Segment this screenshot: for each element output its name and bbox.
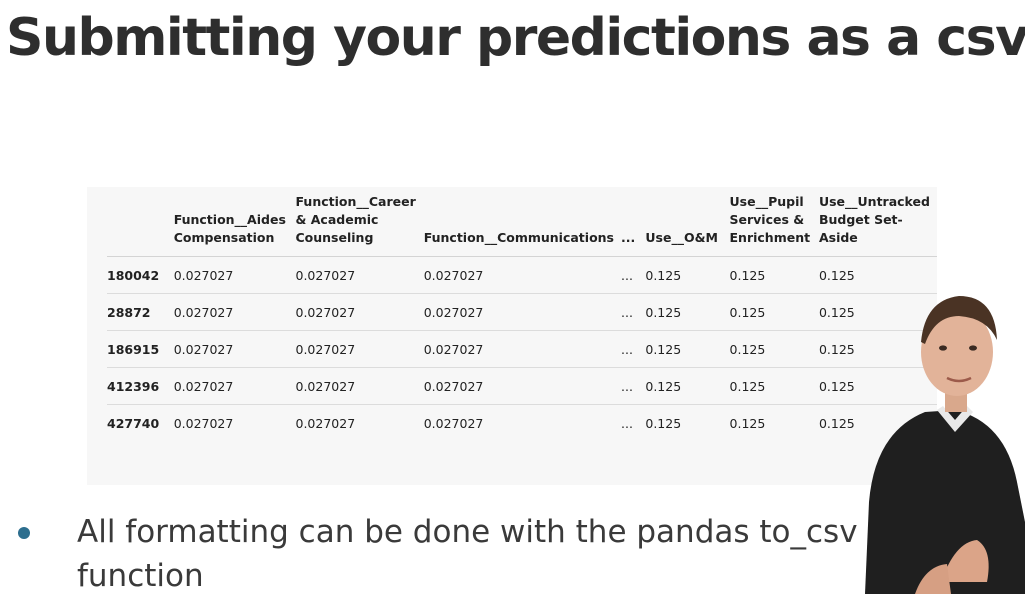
ellipsis-cell: ... [621, 293, 646, 331]
ellipsis-cell: ... [621, 415, 633, 431]
ellipsis-cell: ... [621, 256, 646, 294]
table-row: 412396 0.027027 0.027027 0.027027 ... 0.… [107, 367, 937, 405]
table-cell: 0.027027 [173, 256, 296, 294]
table-cell: 0.027027 [423, 415, 484, 431]
column-header: Use__Untracked Budget Set-Aside [818, 187, 937, 257]
column-header: Function__Career & Academic Counseling [295, 187, 424, 257]
column-header: Function__Communications [423, 187, 621, 257]
table-cell: 0.125 [645, 367, 730, 405]
slide-title: Submitting your predictions as a csv [6, 8, 1025, 68]
table-row: 28872 0.027027 0.027027 0.027027 ... 0.1… [107, 293, 937, 331]
table-cell: 0.027027 [173, 293, 296, 331]
table-cell: 0.027027 [423, 293, 621, 331]
table-cell: 0.125 [645, 256, 730, 294]
table-cell: 0.027027 [295, 415, 356, 431]
ellipsis-header: ... [621, 187, 646, 257]
table-cell: 0.027027 [295, 293, 424, 331]
dataframe-table-panel: Function__Aides Compensation Function__C… [87, 187, 937, 485]
table-cell: 0.125 [729, 256, 819, 294]
table-cell: 0.027027 [173, 330, 296, 368]
table-cell: 0.125 [729, 415, 766, 431]
table-cell: 0.027027 [423, 330, 621, 368]
table-cell: 0.027027 [295, 330, 424, 368]
table-cell: 0.125 [729, 367, 819, 405]
table-cell: 0.027027 [295, 367, 424, 405]
table-cell: 0.027027 [295, 256, 424, 294]
column-header: Use__O&M [645, 187, 730, 257]
table-header-row: Function__Aides Compensation Function__C… [107, 187, 937, 257]
table-cell: 0.027027 [423, 367, 621, 405]
row-index: 28872 [107, 293, 174, 331]
table-cell: 0.027027 [423, 256, 621, 294]
presenter-video-image [855, 282, 1025, 594]
ellipsis-cell: ... [621, 367, 646, 405]
table-cell: 0.125 [645, 330, 730, 368]
table-cell: 0.125 [729, 330, 819, 368]
row-index: 180042 [107, 256, 174, 294]
column-header: Function__Aides Compensation [173, 187, 296, 257]
presenter-silhouette [865, 296, 1025, 594]
row-index: 427740 [107, 415, 160, 431]
column-header: Use__Pupil Services & Enrichment [729, 187, 819, 257]
table-row: 180042 0.027027 0.027027 0.027027 ... 0.… [107, 256, 937, 294]
table-row: 186915 0.027027 0.027027 0.027027 ... 0.… [107, 330, 937, 368]
bullet-text: All formatting can be done with the pand… [77, 514, 858, 594]
predictions-dataframe-table: Function__Aides Compensation Function__C… [107, 187, 937, 441]
table-cell: 0.125 [645, 293, 730, 331]
table-row: 427740 0.027027 0.027027 0.027027 ... 0.… [107, 405, 937, 442]
table-cell: 0.125 [729, 293, 819, 331]
ellipsis-cell: ... [621, 330, 646, 368]
table-cell: 0.027027 [173, 367, 296, 405]
table-cell: 0.027027 [173, 415, 234, 431]
table-cell: 0.125 [645, 415, 682, 431]
row-index: 412396 [107, 367, 174, 405]
row-index: 186915 [107, 330, 174, 368]
bullet-dot-icon [18, 527, 30, 539]
index-header [107, 187, 174, 257]
